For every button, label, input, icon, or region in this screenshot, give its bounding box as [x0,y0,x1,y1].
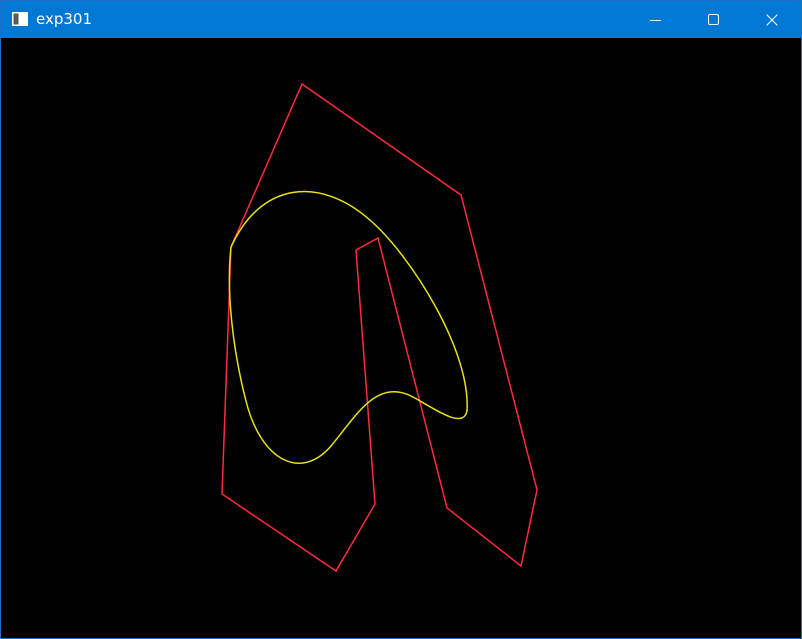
drawing-canvas [221,82,538,573]
minimize-icon [650,19,661,21]
drawing-area[interactable] [1,38,801,638]
window-title: exp301 [36,10,92,28]
maximize-icon [708,13,719,25]
minimize-button[interactable] [627,1,685,38]
bspline-curve [228,190,468,464]
app-window-icon [12,12,28,26]
close-button[interactable] [743,1,801,38]
control-polygon [221,82,538,573]
close-icon [766,13,778,26]
app-window: exp301 [0,0,802,639]
title-bar[interactable]: exp301 [1,1,801,38]
maximize-button[interactable] [685,1,743,38]
